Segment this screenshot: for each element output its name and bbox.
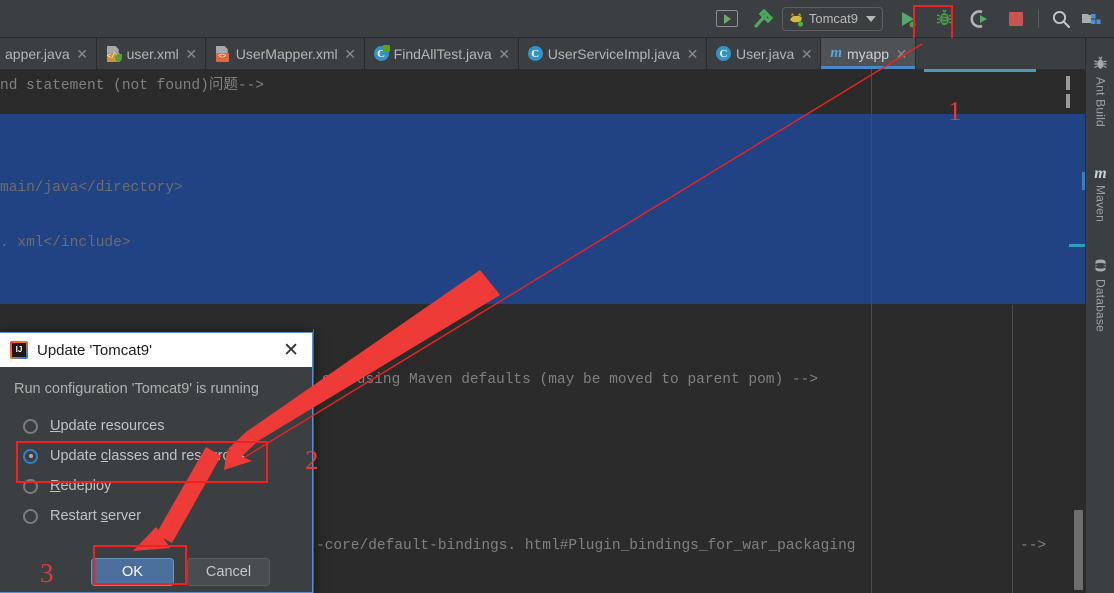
tab-region-marker — [924, 69, 1036, 72]
code-line: oid using Maven defaults (may be moved t… — [322, 372, 818, 388]
sidebar-item-database[interactable]: Database — [1086, 258, 1114, 332]
java-class-icon: C — [527, 46, 543, 61]
tab-label: apper.java — [5, 45, 70, 62]
run-button[interactable] — [895, 6, 921, 32]
ide-window: Tomcat9 apper.java ✕ </> user.xml ✕ <> U… — [0, 0, 1114, 593]
tab-userserviceimpl-java[interactable]: C UserServiceImpl.java ✕ — [519, 38, 707, 69]
editor-right-guide-line — [1012, 305, 1013, 593]
close-icon[interactable]: ✕ — [686, 47, 699, 61]
toolbar-divider — [1038, 9, 1039, 28]
close-icon[interactable]: ✕ — [344, 47, 357, 61]
maven-module-icon: m — [830, 45, 842, 61]
stop-button[interactable] — [1003, 6, 1029, 32]
selection-block-right — [872, 114, 1085, 304]
radio-update-classes-and-resources[interactable]: Update classes and resources — [14, 441, 312, 471]
tomcat-cat-icon — [788, 11, 804, 27]
close-icon[interactable]: ✕ — [276, 341, 306, 360]
tab-label: FindAllTest.java — [393, 45, 492, 62]
annotation-number-1: 1 — [948, 96, 962, 126]
toolbar-button-group: Tomcat9 — [714, 0, 1114, 37]
dialog-message: Run configuration 'Tomcat9' is running — [14, 381, 259, 397]
selection-block — [0, 114, 871, 304]
chevron-down-icon[interactable] — [866, 15, 876, 22]
annotation-number-2: 2 — [305, 445, 319, 475]
search-everywhere-icon[interactable] — [1048, 6, 1074, 32]
tab-findalltest-java[interactable]: C FindAllTest.java ✕ — [365, 38, 519, 69]
run-configuration-name: Tomcat9 — [808, 11, 858, 26]
run-configuration-selector[interactable]: Tomcat9 — [781, 6, 883, 31]
close-icon[interactable]: ✕ — [76, 47, 89, 61]
tab-myapp[interactable]: m myapp ✕ — [821, 38, 917, 69]
database-icon — [1093, 258, 1108, 276]
cancel-button[interactable]: Cancel — [187, 558, 270, 586]
close-icon[interactable]: ✕ — [895, 47, 908, 61]
update-action-radio-group: Update resources Update classes and reso… — [14, 411, 312, 531]
intellij-logo-icon — [10, 341, 28, 359]
tab-apper-java[interactable]: apper.java ✕ — [0, 38, 97, 69]
code-line: -core/default-bindings. html#Plugin_bind… — [316, 538, 856, 554]
radio-label: Update resources — [50, 418, 165, 434]
close-icon[interactable]: ✕ — [185, 47, 198, 61]
java-test-icon: C — [373, 45, 390, 61]
select-in-icon[interactable] — [715, 10, 738, 27]
code-line: nd statement (not found)问题--> — [0, 78, 264, 94]
tab-user-xml[interactable]: </> user.xml ✕ — [97, 38, 206, 69]
java-class-icon: C — [715, 46, 731, 61]
tab-user-java[interactable]: C User.java ✕ — [707, 38, 822, 69]
right-tool-window-bar: Ant Build m Maven Database — [1085, 38, 1114, 593]
xml-mapper-icon: <> — [215, 45, 231, 62]
sidebar-item-maven[interactable]: m Maven — [1086, 165, 1114, 223]
debug-button[interactable] — [931, 6, 957, 32]
close-icon[interactable]: ✕ — [800, 47, 813, 61]
ant-bug-icon — [1093, 56, 1108, 74]
radio-indicator[interactable] — [23, 448, 38, 464]
close-icon[interactable]: ✕ — [498, 47, 511, 61]
radio-indicator[interactable] — [23, 478, 38, 494]
radio-label: Restart server — [50, 508, 142, 524]
dialog-title-bar: Update 'Tomcat9' ✕ — [0, 333, 312, 367]
editor-vertical-scrollbar[interactable] — [1074, 510, 1083, 590]
dialog-title: Update 'Tomcat9' — [37, 341, 152, 359]
tab-label: UserServiceImpl.java — [547, 45, 680, 62]
sidebar-item-label: Database — [1093, 279, 1108, 332]
sidebar-item-label: Ant Build — [1093, 77, 1108, 127]
sidebar-item-label: Maven — [1093, 185, 1108, 223]
code-line: main/java</directory> — [0, 180, 183, 196]
editor-split-line — [871, 69, 872, 593]
radio-redeploy[interactable]: Redeploy — [14, 471, 312, 501]
tab-label: UserMapper.xml — [235, 45, 338, 62]
tab-label: user.xml — [126, 45, 179, 62]
code-marker — [1069, 244, 1085, 247]
ok-button[interactable]: OK — [91, 558, 174, 586]
radio-restart-server[interactable]: Restart server — [14, 501, 312, 531]
radio-update-resources[interactable]: Update resources — [14, 411, 312, 441]
tab-usermapper-xml[interactable]: <> UserMapper.xml ✕ — [206, 38, 365, 69]
radio-indicator[interactable] — [23, 508, 38, 524]
tab-label: myapp — [847, 45, 890, 62]
annotation-number-3: 3 — [40, 558, 54, 588]
maven-active-indicator — [1082, 172, 1085, 190]
radio-indicator[interactable] — [23, 418, 38, 434]
code-line: . xml</include> — [0, 235, 131, 251]
main-toolbar: Tomcat9 — [0, 0, 1114, 38]
tab-label: User.java — [735, 45, 795, 62]
radio-label: Redeploy — [50, 478, 112, 494]
radio-label: Update classes and resources — [50, 448, 246, 464]
pause-icon[interactable] — [1066, 76, 1077, 108]
editor-tab-bar: apper.java ✕ </> user.xml ✕ <> UserMappe… — [0, 38, 1085, 69]
build-hammer-icon[interactable] — [750, 6, 776, 32]
sidebar-item-ant-build[interactable]: Ant Build — [1086, 56, 1114, 127]
code-line: --> — [1020, 538, 1047, 554]
project-structure-icon[interactable] — [1078, 6, 1104, 32]
maven-m-icon: m — [1094, 165, 1107, 182]
xml-file-icon: </> — [106, 45, 122, 62]
update-tomcat-dialog: Update 'Tomcat9' ✕ Run configuration 'To… — [0, 332, 313, 593]
run-with-coverage-button[interactable] — [967, 6, 993, 32]
